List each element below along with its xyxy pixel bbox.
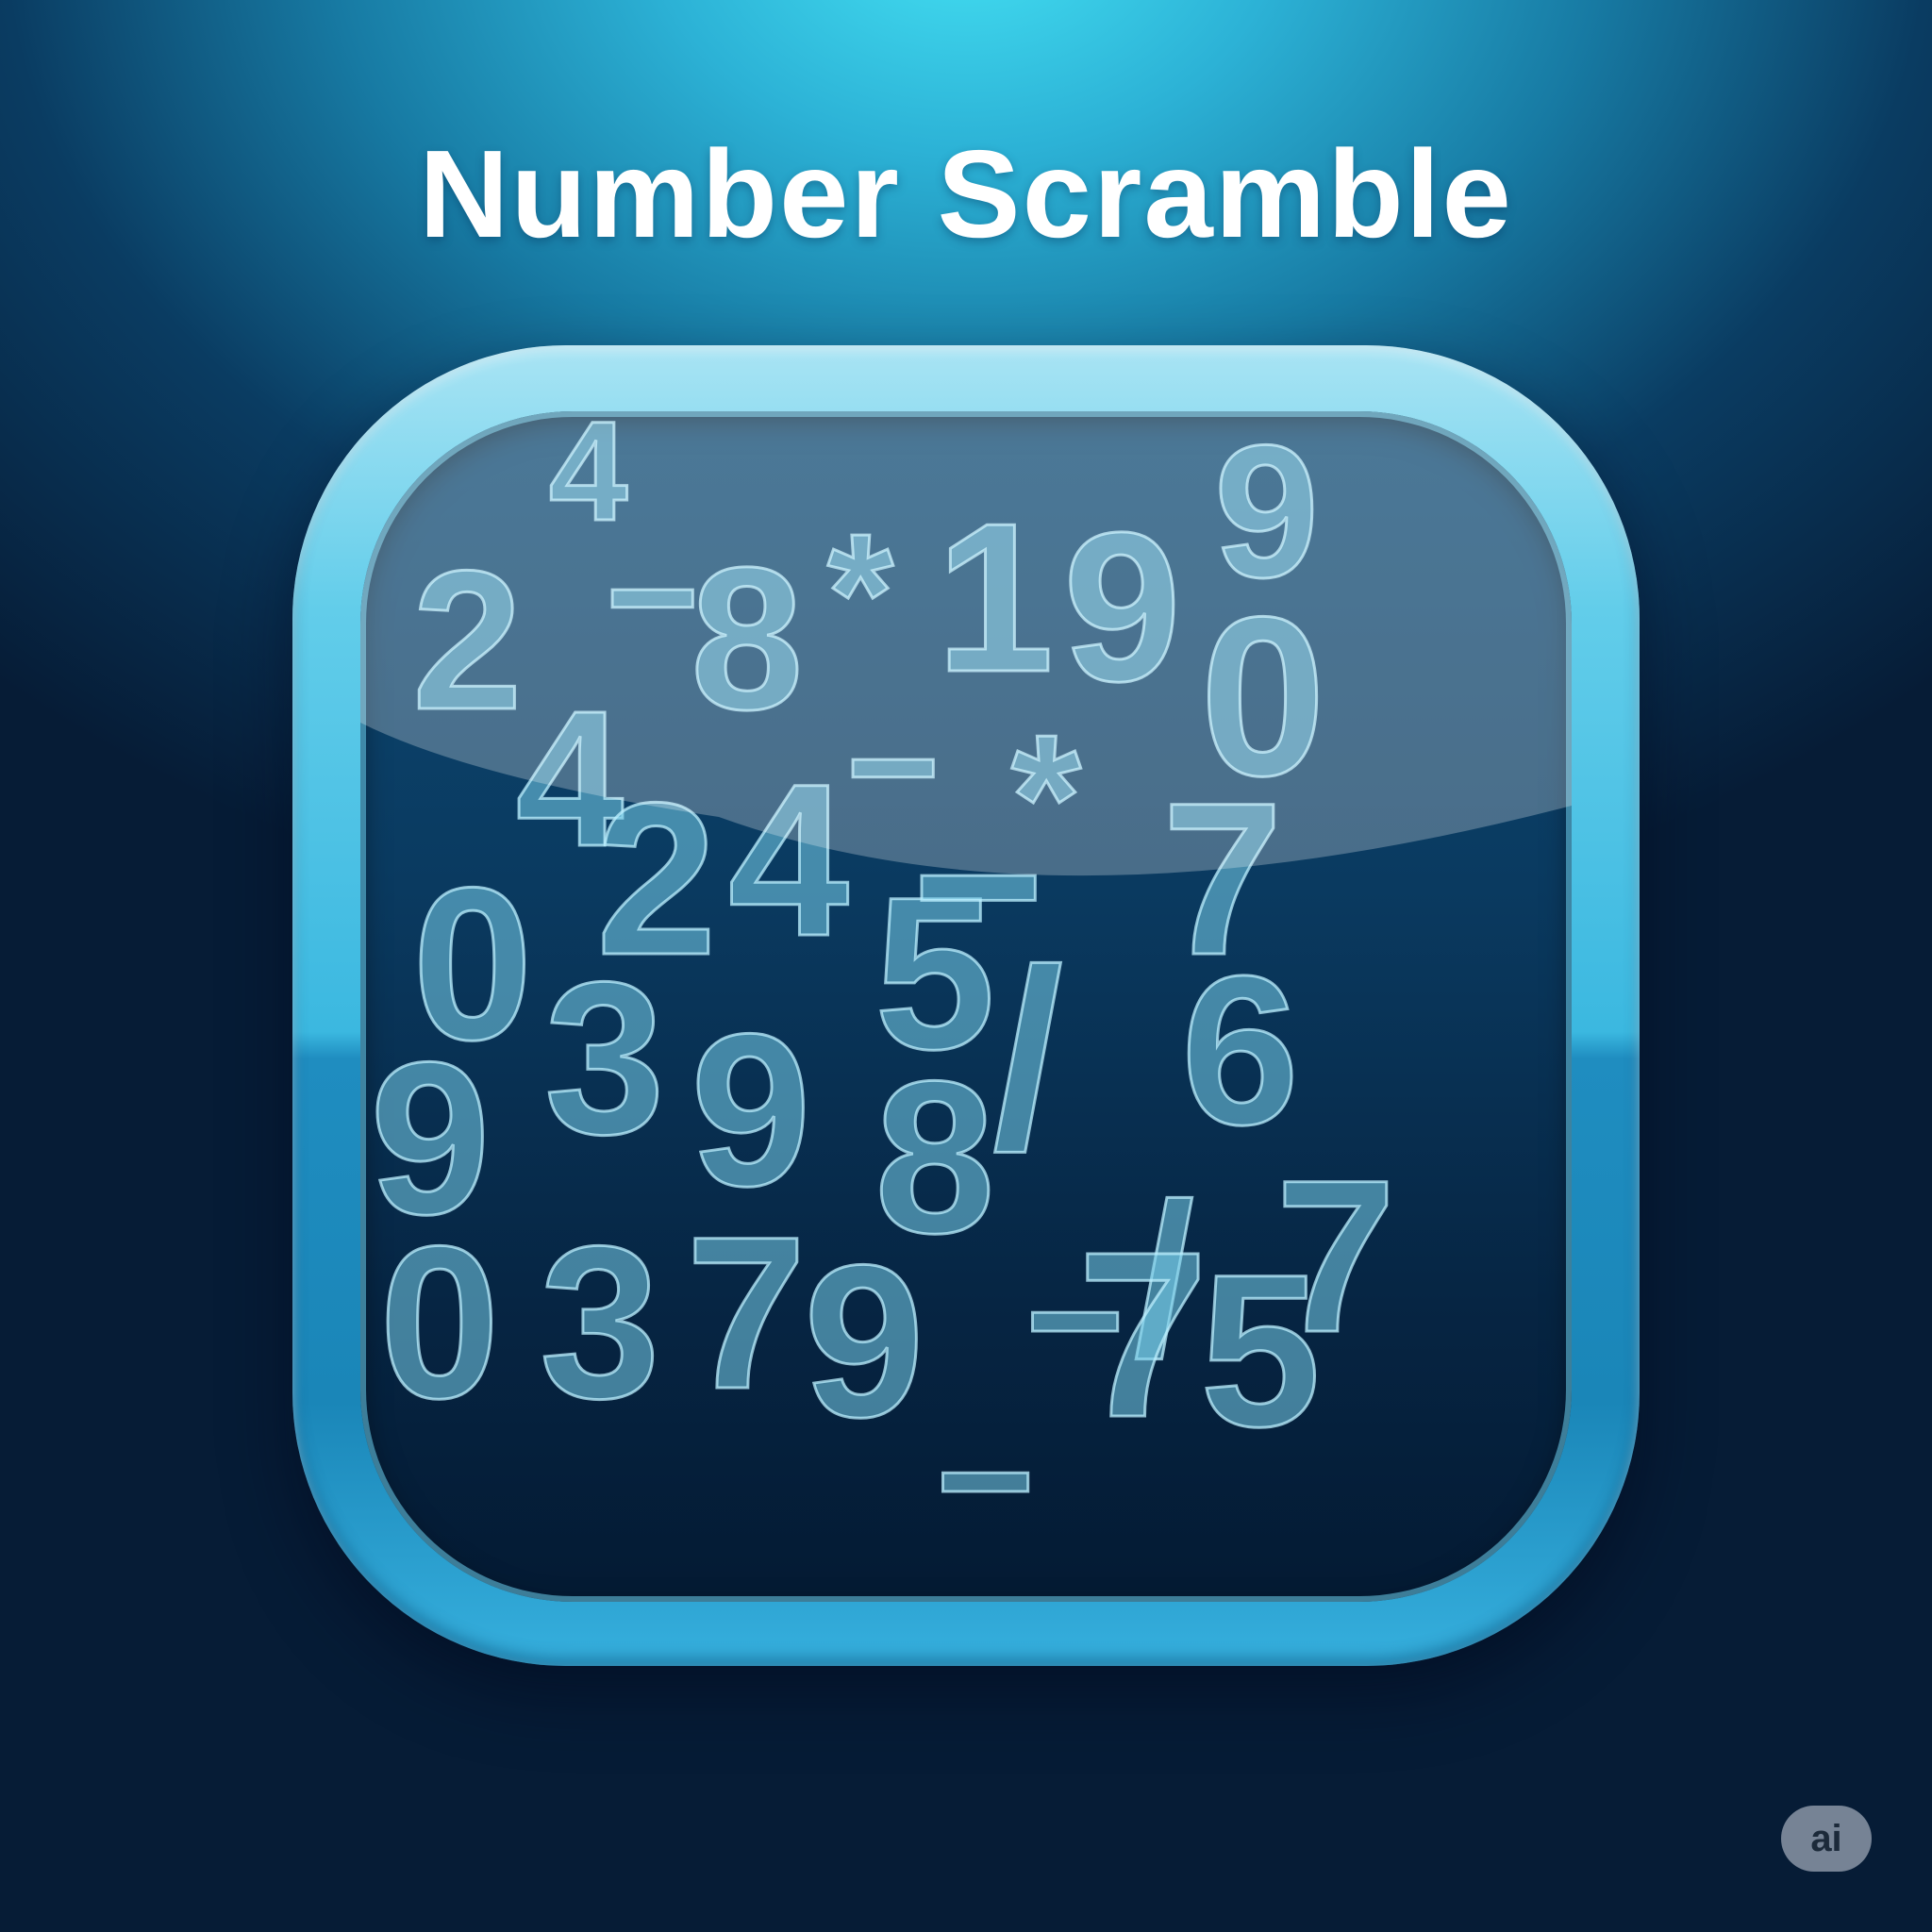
- number-tiles: 42 −8 * 1 9 94 0− *2 40 5− 73 9/69 8−/0 3 79−757: [369, 411, 1398, 1577]
- number-tile[interactable]: 8: [690, 524, 806, 754]
- number-tile[interactable]: 1: [935, 477, 1056, 718]
- number-tile[interactable]: *: [826, 498, 895, 691]
- number-tile[interactable]: 7: [685, 1191, 808, 1436]
- number-tile[interactable]: 0: [378, 1200, 502, 1445]
- number-tile[interactable]: 3: [543, 936, 667, 1181]
- number-tile[interactable]: −: [605, 507, 701, 689]
- number-tile[interactable]: 2: [411, 528, 525, 753]
- number-grid-screen: 4 2−8 * 1 9 9 4 0− * 2 4 0 5−7 3 9/6 9 8−/0 3 7 9−7 5 7: [360, 411, 1572, 1602]
- ai-badge: ai: [1781, 1806, 1872, 1872]
- number-tile[interactable]: /: [991, 917, 1066, 1204]
- app-icon-frame[interactable]: 4 2−8 * 1 9 9 4 0− * 2 4 0 5−7 3 9/6 9 8−/0 3 7 9−7 5 7: [292, 345, 1640, 1666]
- number-tile[interactable]: 3: [539, 1200, 662, 1445]
- number-tile[interactable]: 4: [727, 738, 851, 983]
- number-tile[interactable]: 7: [1076, 1202, 1210, 1468]
- game-title: Number Scramble: [419, 125, 1513, 263]
- number-tile[interactable]: 6: [1180, 930, 1301, 1171]
- number-tile[interactable]: 7: [1274, 1134, 1398, 1379]
- number-tile[interactable]: 9: [803, 1219, 926, 1464]
- number-tile[interactable]: 9: [1062, 487, 1183, 727]
- number-tile[interactable]: −: [935, 1385, 1037, 1577]
